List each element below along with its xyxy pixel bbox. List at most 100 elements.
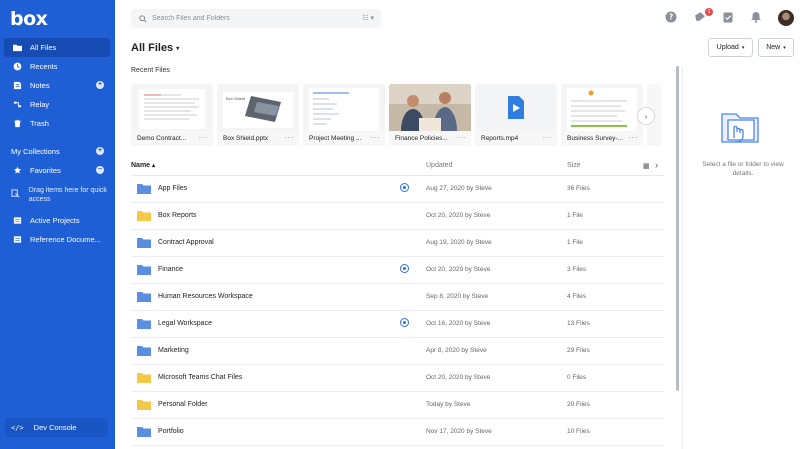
star-icon — [11, 165, 23, 177]
updates-icon[interactable] — [692, 10, 706, 24]
drag-icon — [11, 186, 21, 204]
folder-name[interactable]: Human Resources Workspace — [158, 293, 253, 300]
table-row[interactable]: Portfolio Nov 17, 2020 by Steve 10 Files — [131, 419, 664, 446]
dev-console-button[interactable]: </> Dev Console — [5, 418, 108, 437]
updated-cell: Today by Steve — [426, 401, 471, 408]
table-row[interactable]: App Files Aug 27, 2020 by Steve 36 Files — [131, 176, 664, 203]
sidebar-item-label: Trash — [30, 119, 49, 128]
table-row[interactable]: Contract Approval Aug 19, 2020 by Steve 1 … — [131, 230, 664, 257]
folder-name[interactable]: Microsoft Teams Chat Files — [158, 374, 242, 381]
sidebar-item-label: Active Projects — [30, 216, 80, 225]
sidebar-item-recents[interactable]: Recents — [4, 57, 110, 76]
scrollbar[interactable] — [676, 66, 679, 391]
sort-asc-icon: ▴ — [152, 163, 156, 169]
size-cell: 4 Files — [567, 293, 587, 300]
recent-file-card[interactable]: Project Meeting ... ··· — [303, 84, 385, 146]
size-cell: 29 Files — [567, 347, 590, 354]
new-button[interactable]: New ▾ — [758, 38, 794, 57]
more-options-icon[interactable]: ··· — [371, 133, 381, 142]
sidebar-item-label: Relay — [30, 100, 50, 109]
folder-name[interactable]: Legal Workspace — [158, 320, 212, 327]
column-header-name-label: Name — [131, 162, 151, 169]
recent-file-card[interactable]: Demo Contract... ··· — [131, 84, 213, 146]
folder-name[interactable]: Finance — [158, 266, 183, 273]
chevron-down-icon: ▾ — [176, 45, 180, 52]
table-row[interactable]: Legal Workspace Oct 16, 2020 by Steve 13 F… — [131, 311, 664, 338]
updated-cell: Oct 20, 2020 by Steve — [426, 374, 491, 381]
collapse-favorites-button[interactable]: − — [96, 166, 104, 174]
sidebar-item-notes[interactable]: Notes + — [4, 76, 110, 95]
recent-file-card[interactable]: Box Shield Box Shield.pptx ··· — [217, 84, 299, 146]
details-divider — [682, 66, 683, 449]
svg-text:?: ? — [669, 13, 673, 22]
sidebar-item-all-files[interactable]: All Files — [4, 38, 110, 57]
grid-view-icon[interactable]: ▦ — [643, 162, 650, 170]
user-avatar[interactable] — [778, 10, 794, 26]
more-options-icon[interactable]: ··· — [199, 133, 209, 142]
folder-name[interactable]: Portfolio — [158, 428, 184, 435]
recent-file-card[interactable]: Business Survey-... ··· — [561, 84, 643, 146]
details-empty-text: Select a file or folder to view details. — [702, 161, 784, 177]
folder-name[interactable]: App Files — [158, 185, 187, 192]
table-row[interactable]: Finance Oct 20, 2020 by Steve 3 Files — [131, 257, 664, 284]
folder-icon — [137, 184, 151, 194]
table-row[interactable]: Marketing Apr 8, 2020 by Steve 29 Files — [131, 338, 664, 365]
recent-files-label: Recent Files — [131, 67, 170, 74]
collaboration-icon — [400, 264, 409, 273]
updated-cell: Aug 19, 2020 by Steve — [426, 239, 492, 246]
search-bar[interactable]: ☷ ▾ — [131, 9, 381, 28]
table-row[interactable]: Box Reports Oct 20, 2020 by Steve 1 File — [131, 203, 664, 230]
bell-icon[interactable] — [749, 10, 763, 24]
recent-file-card[interactable]: Finance Policies... ··· — [389, 84, 471, 146]
sidebar-item-relay[interactable]: Relay — [4, 95, 110, 114]
more-options-icon[interactable]: ··· — [629, 133, 639, 142]
recent-file-card[interactable]: Reports.mp4 ··· — [475, 84, 557, 146]
add-note-button[interactable]: + — [96, 81, 104, 89]
help-icon[interactable]: ? — [664, 10, 678, 24]
column-header-updated[interactable]: Updated — [426, 162, 452, 169]
folder-name[interactable]: Personal Folder — [158, 401, 207, 408]
folder-icon — [137, 292, 151, 302]
my-collections-header[interactable]: My Collections + — [4, 142, 110, 161]
box-logo[interactable]: box — [10, 8, 48, 30]
notification-badge: 1 — [705, 8, 713, 16]
folder-icon — [137, 265, 151, 275]
folder-icon — [137, 400, 151, 410]
sidebar-item-reference-documents[interactable]: Reference Docume... — [4, 230, 110, 249]
search-filter-icon[interactable]: ☷ ▾ — [362, 14, 374, 22]
add-collection-button[interactable]: + — [96, 147, 104, 155]
sidebar-item-favorites[interactable]: Favorites − — [4, 161, 110, 180]
size-cell: 20 Files — [567, 401, 590, 408]
updated-cell: Nov 17, 2020 by Steve — [426, 428, 492, 435]
folder-name[interactable]: Marketing — [158, 347, 189, 354]
trash-icon — [11, 118, 23, 130]
more-options-icon[interactable]: ··· — [457, 133, 467, 142]
column-header-size[interactable]: Size — [567, 162, 581, 169]
details-illustration — [718, 104, 762, 148]
table-row[interactable]: Human Resources Workspace Sep 8, 2020 by … — [131, 284, 664, 311]
recent-file-name: Business Survey-... — [567, 135, 623, 142]
column-header-name[interactable]: Name ▴ — [131, 162, 155, 169]
folder-name[interactable]: Box Reports — [158, 212, 197, 219]
sidebar-item-trash[interactable]: Trash — [4, 114, 110, 133]
sidebar-item-active-projects[interactable]: Active Projects — [4, 211, 110, 230]
collaboration-icon — [400, 183, 409, 192]
updated-cell: Aug 27, 2020 by Steve — [426, 185, 492, 192]
dev-console-label: Dev Console — [33, 423, 77, 432]
table-row[interactable]: Microsoft Teams Chat Files Oct 20, 2020 b… — [131, 365, 664, 392]
chevron-right-icon[interactable]: › — [655, 160, 658, 170]
more-options-icon[interactable]: ··· — [543, 133, 553, 142]
table-row[interactable]: Personal Folder Today by Steve 20 Files — [131, 392, 664, 419]
search-input[interactable] — [152, 15, 352, 22]
sidebar-item-label: Favorites — [30, 166, 61, 175]
folder-name[interactable]: Contract Approval — [158, 239, 214, 246]
upload-button[interactable]: Upload ▾ — [708, 38, 753, 57]
chevron-right-icon[interactable]: › — [637, 107, 655, 125]
tasks-icon[interactable] — [721, 10, 735, 24]
notes-thumbnail — [303, 84, 385, 131]
page-title[interactable]: All Files ▾ — [131, 42, 179, 54]
recent-file-name: Reports.mp4 — [481, 135, 519, 142]
folder-icon — [137, 319, 151, 329]
more-options-icon[interactable]: ··· — [285, 133, 295, 142]
sidebar-item-label: Reference Docume... — [30, 235, 101, 244]
